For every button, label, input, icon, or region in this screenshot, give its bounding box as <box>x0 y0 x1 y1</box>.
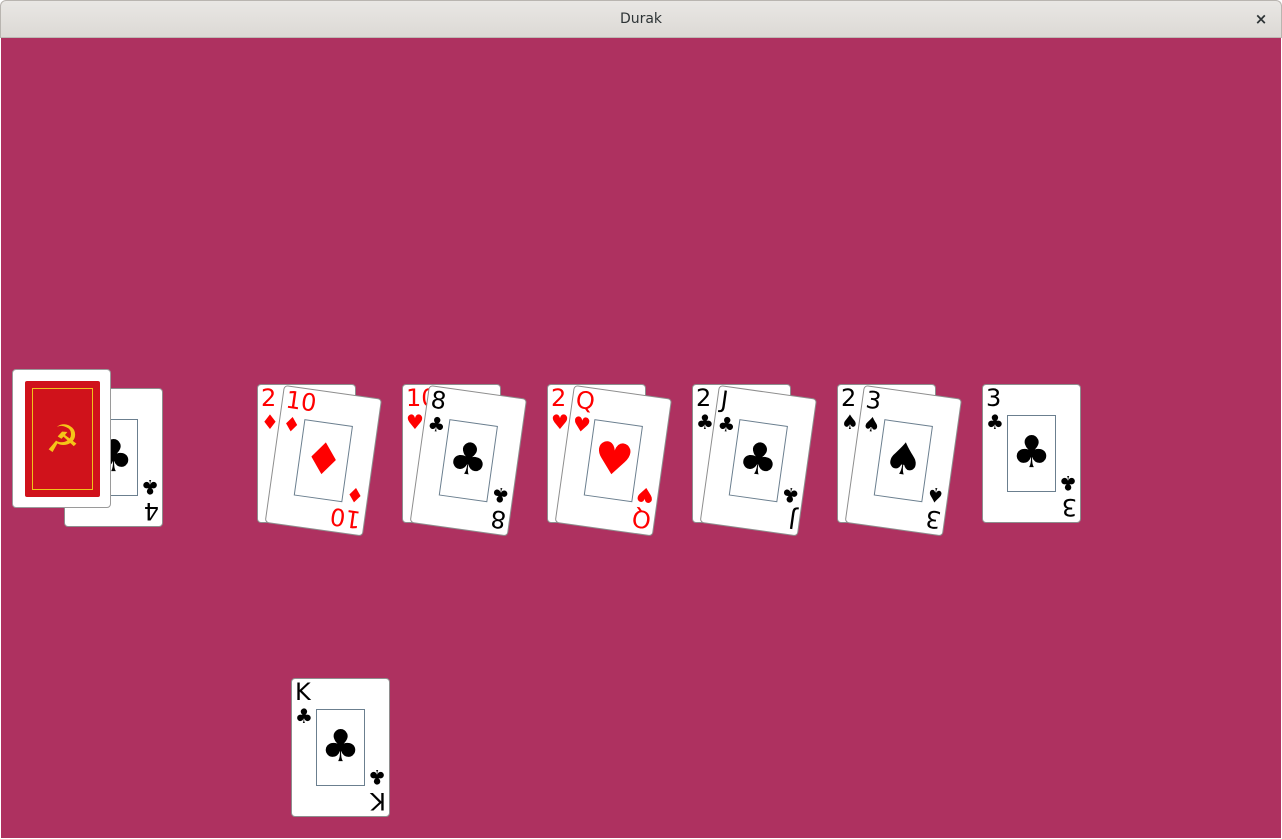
window-titlebar: Durak × <box>0 0 1282 38</box>
card-rank: 2 <box>841 384 857 412</box>
deck-pile[interactable]: ☭ <box>12 369 111 508</box>
defense-card[interactable]: 3 ♠ ♠ 3 ♠ <box>844 385 963 537</box>
card-corner-bottom: K ♣ <box>368 765 386 815</box>
defense-card[interactable]: 8 ♣ ♣ 8 ♣ <box>409 385 528 537</box>
defense-card[interactable]: 10 ♦ ♦ 10 ♦ <box>264 385 383 537</box>
card-back: ☭ <box>25 381 100 497</box>
defense-card[interactable]: J ♣ ♣ J ♣ <box>699 385 818 537</box>
card-rank: K <box>295 678 311 706</box>
window-title: Durak <box>619 11 663 27</box>
card-rank: 2 <box>551 384 567 412</box>
game-table: 4 ♣ ♣ 4 ♣ ☭ 2♦♦2♦10♦♦10♦10♥♥10♥8♣♣8♣2♥♥2… <box>1 38 1281 838</box>
card-rank: J <box>719 385 730 415</box>
close-icon[interactable]: × <box>1251 9 1271 29</box>
card-corner-bottom: 4 ♣ <box>141 475 159 525</box>
card-corner-bottom: 10 ♦ <box>328 481 366 534</box>
hammer-and-sickle-icon: ☭ <box>45 417 80 461</box>
attack-card[interactable]: 3 ♣ ♣ 3 ♣ <box>982 384 1081 523</box>
card-rank: 3 <box>986 384 1002 412</box>
card-corner-bottom: 3 ♣ <box>1059 471 1077 521</box>
defense-card[interactable]: Q ♥ ♥ Q ♥ <box>554 385 673 537</box>
hand-card[interactable]: K ♣ ♣ K ♣ <box>291 678 390 817</box>
card-rank: 2 <box>261 384 277 412</box>
card-rank: 2 <box>696 384 712 412</box>
